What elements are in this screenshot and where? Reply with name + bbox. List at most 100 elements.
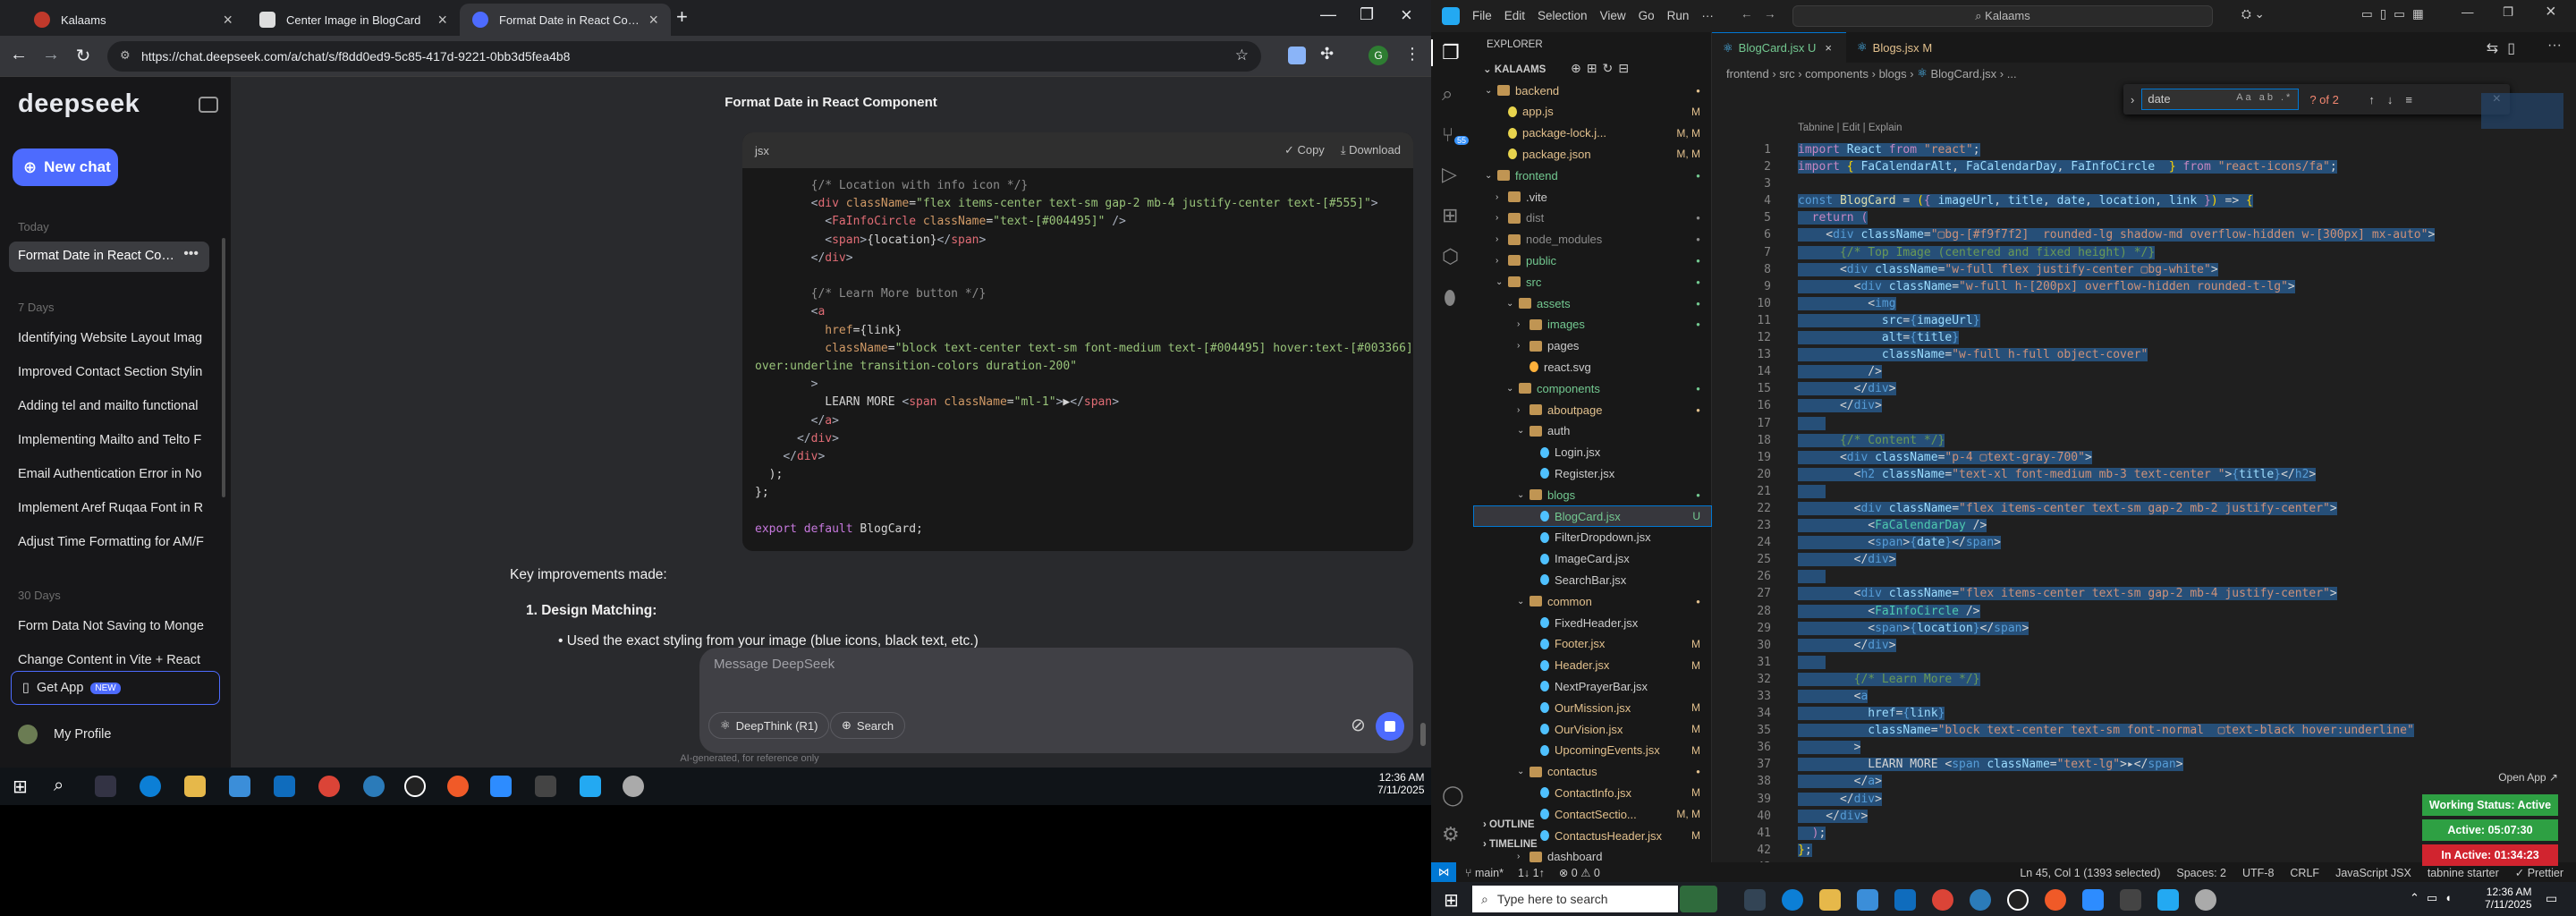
find-nav-icons[interactable]: ↑↓≡ (2368, 93, 2425, 106)
tree-item[interactable]: Register.jsx (1474, 463, 1711, 483)
bookmark-star-icon[interactable]: ☆ (1235, 47, 1249, 64)
chat-item[interactable]: Form Data Not Saving to Monge (18, 619, 215, 633)
tree-item[interactable]: Login.jsx (1474, 443, 1711, 462)
app-icon[interactable] (2195, 889, 2216, 911)
chat-item[interactable]: Improved Contact Section Stylin (18, 365, 215, 379)
more-actions-icon[interactable]: ··· (2547, 38, 2562, 54)
stop-button[interactable] (1376, 712, 1404, 741)
menu-more[interactable]: ··· (1701, 9, 1714, 22)
chat-item-active[interactable]: Format Date in React Comp ••• (9, 242, 209, 272)
attach-icon[interactable]: ⊘ (1351, 714, 1366, 736)
copy-button[interactable]: ✓ Copy (1284, 143, 1325, 157)
profile-avatar[interactable]: G (1368, 46, 1388, 65)
edge-icon[interactable] (1782, 889, 1803, 911)
editor-actions[interactable]: ⇆▯ (2487, 39, 2524, 57)
tree-item[interactable]: Footer.jsx M (1474, 634, 1711, 654)
chat-item[interactable]: Change Content in Vite + React (18, 653, 215, 667)
tree-item[interactable]: react.svg (1474, 357, 1711, 377)
windows-start-icon[interactable]: ⊞ (13, 776, 34, 797)
task-view-icon[interactable] (1744, 889, 1766, 911)
reload-icon[interactable]: ↻ (72, 45, 95, 67)
app-icon[interactable] (404, 776, 426, 797)
task-view-icon[interactable] (95, 776, 116, 797)
clock[interactable]: 12:36 AM 7/11/2025 (2485, 886, 2532, 911)
tree-item[interactable]: SearchBar.jsx (1474, 570, 1711, 589)
close-tab-icon[interactable]: × (223, 11, 233, 30)
remote-icon[interactable]: ⬡ (1442, 245, 1459, 268)
browser-tab-2[interactable]: Center Image in BlogCard × (247, 4, 460, 36)
zoom-icon[interactable] (2082, 889, 2104, 911)
app-icon[interactable] (2007, 889, 2029, 911)
timeline-section[interactable]: › TIMELINE (1483, 839, 1538, 850)
minimize-icon[interactable]: — (2462, 5, 2474, 19)
outlook-icon[interactable] (274, 776, 295, 797)
extensions-puzzle-icon[interactable]: ✣ (1320, 45, 1334, 64)
mongodb-icon[interactable]: ⬮ (1444, 286, 1456, 310)
deepthink-toggle[interactable]: ⚛ DeepThink (R1) (708, 712, 830, 739)
site-info-icon[interactable]: ⚙ (120, 48, 131, 63)
search-icon[interactable]: ⌕ (1442, 82, 1453, 106)
vscode-icon[interactable] (580, 776, 601, 797)
message-input[interactable]: Message DeepSeek (714, 657, 835, 672)
minimap[interactable] (2481, 93, 2563, 129)
postman-icon[interactable] (447, 776, 469, 797)
search-toggle[interactable]: ⊕ Search (830, 712, 906, 739)
match-case-icons[interactable]: Aa ab .* (2236, 92, 2292, 106)
open-app-link[interactable]: Open App ↗ (2498, 771, 2558, 784)
chat-scrollbar[interactable] (1420, 723, 1426, 746)
tree-item[interactable]: OurMission.jsx M (1474, 698, 1711, 717)
close-window-icon[interactable]: × (2546, 2, 2556, 22)
browser-tab-3[interactable]: Format Date in React Compone × (460, 4, 671, 36)
weather-icon[interactable] (1680, 886, 1717, 912)
zoom-icon[interactable] (490, 776, 512, 797)
profile-button[interactable]: My Profile (18, 725, 111, 744)
taskbar-search-box[interactable]: ⌕ Type here to search (1472, 886, 1678, 912)
vscode-icon[interactable] (2157, 889, 2179, 911)
chat-item[interactable]: Email Authentication Error in No (18, 467, 215, 481)
tree-item[interactable]: package.json M, M (1474, 144, 1711, 164)
chrome-icon[interactable] (318, 776, 340, 797)
tree-item[interactable]: ⌄ common ● (1474, 591, 1711, 611)
maximize-icon[interactable]: ❐ (2503, 5, 2513, 20)
tree-item[interactable]: OurVision.jsx M (1474, 719, 1711, 739)
collapse-sidebar-icon[interactable] (199, 97, 218, 113)
file-explorer-icon[interactable] (184, 776, 206, 797)
sidebar-scrollbar[interactable] (222, 238, 225, 497)
system-tray-icons[interactable]: ⌃▭◖ (2410, 891, 2459, 905)
find-input[interactable]: date Aa ab .* (2141, 89, 2300, 110)
windows-start-icon[interactable]: ⊞ (1444, 889, 1459, 912)
tree-item[interactable]: FilterDropdown.jsx (1474, 528, 1711, 547)
download-button[interactable]: ⤓ Download (1341, 143, 1401, 157)
browser-menu-icon[interactable]: ⋮ (1404, 45, 1420, 64)
tree-item[interactable]: › aboutpage ● (1474, 400, 1711, 420)
chat-item[interactable]: Adjust Time Formatting for AM/F (18, 535, 215, 549)
remote-indicator-icon[interactable]: ⋈ (1431, 862, 1456, 882)
tree-item[interactable]: ⌄ components ● (1474, 378, 1711, 398)
tree-item[interactable]: ⌄ src ● (1474, 272, 1711, 292)
tree-item[interactable]: › public ● (1474, 250, 1711, 270)
menu-run[interactable]: Run (1667, 9, 1690, 22)
run-debug-icon[interactable]: ▷ (1442, 163, 1457, 186)
more-options-icon[interactable]: ••• (183, 246, 199, 262)
forward-icon[interactable]: → (39, 45, 63, 65)
settings-gear-icon[interactable]: ⚙ (1442, 823, 1460, 846)
minimize-icon[interactable]: — (1320, 5, 1336, 24)
maximize-icon[interactable]: ❐ (1360, 5, 1374, 24)
explorer-actions[interactable]: ⊕⊞↻⊟ (1571, 61, 1634, 76)
search-icon[interactable]: ⌕ (54, 776, 75, 797)
message-composer[interactable]: Message DeepSeek ⚛ DeepThink (R1) ⊕ Sear… (699, 648, 1413, 753)
menu-file[interactable]: File (1472, 9, 1492, 22)
terminal-icon[interactable] (535, 776, 556, 797)
tree-item[interactable]: ⌄ contactus ● (1474, 762, 1711, 782)
clock[interactable]: 12:36 AM 7/11/2025 (1377, 771, 1425, 796)
workspace-root[interactable]: ⌄ KALAAMS (1483, 63, 1546, 75)
notification-icon[interactable]: ▭ (2546, 891, 2557, 906)
app-icon[interactable] (363, 776, 385, 797)
new-chat-button[interactable]: ⊕ New chat (13, 148, 118, 186)
tree-item[interactable]: UpcomingEvents.jsx M (1474, 741, 1711, 760)
tree-item[interactable]: ⌄ assets ● (1474, 293, 1711, 313)
menu-selection[interactable]: Selection (1538, 9, 1588, 22)
editor-tab-blogs[interactable]: ⚛ Blogs.jsx M (1846, 32, 1953, 63)
close-tab-icon[interactable]: × (1825, 41, 1832, 55)
tree-item[interactable]: Header.jsx M (1474, 656, 1711, 675)
